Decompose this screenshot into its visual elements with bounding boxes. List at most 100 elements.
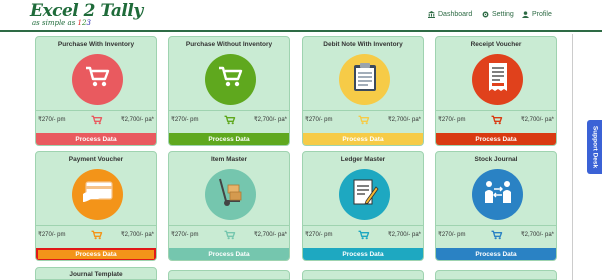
card-title: Stock Journal [474, 156, 518, 163]
yearly-price: ₹2,700/- pa* [387, 232, 421, 238]
card-divider [169, 110, 289, 111]
hand-truck-icon [217, 177, 245, 212]
service-card-stub [302, 270, 424, 280]
process-data-button[interactable]: Process Data [436, 133, 556, 145]
cart-icon [491, 230, 503, 240]
nav-setting-label: Setting [492, 11, 514, 18]
card-divider [303, 225, 423, 226]
yearly-price: ₹2,700/- pa* [387, 117, 421, 123]
cart-icon [91, 230, 103, 240]
people-exchange-icon [483, 179, 513, 210]
add-to-cart-button[interactable] [224, 112, 236, 125]
card-divider [169, 225, 289, 226]
user-icon [522, 11, 529, 18]
yearly-price: ₹2,700/- pa* [253, 117, 287, 123]
add-to-cart-button[interactable] [358, 227, 370, 240]
monthly-price: ₹270/- pm [438, 117, 466, 123]
service-card-ledger-master: Ledger Master ₹270/- pm ₹2,700/- pa* Proces… [302, 151, 424, 261]
yearly-price: ₹2,700/- pa* [120, 232, 154, 238]
card-title: Item Master [210, 156, 248, 163]
card-title: Receipt Voucher [470, 41, 522, 48]
process-data-button[interactable]: Process Data [303, 248, 423, 260]
nav-dashboard-label: Dashboard [438, 11, 473, 18]
bank-icon [428, 11, 435, 18]
add-to-cart-button[interactable] [491, 227, 503, 240]
nav-setting[interactable]: Setting [482, 11, 514, 18]
brand-logo[interactable]: Excel 2 Tally as simple as 123 [30, 1, 143, 29]
cart-icon [218, 65, 244, 94]
receipt-icon [486, 62, 510, 97]
yearly-price: ₹2,700/- pa* [253, 232, 287, 238]
service-card-receipt-voucher: Receipt Voucher ₹270/- pm ₹2,700/- pa* Proc… [435, 36, 557, 146]
tagline-text: as simple as [32, 19, 76, 27]
card-title: Purchase With Inventory [57, 41, 135, 48]
nav-profile-label: Profile [532, 11, 552, 18]
pen-document-icon [351, 177, 379, 212]
top-header: Excel 2 Tally as simple as 123 Dashboard… [0, 0, 602, 32]
monthly-price: ₹270/- pm [305, 117, 333, 123]
card-title: Purchase Without Inventory [185, 41, 273, 48]
card-divider [36, 225, 156, 226]
process-data-button[interactable]: Process Data [169, 133, 289, 145]
tagline-num-3: 3 [86, 19, 91, 27]
add-to-cart-button[interactable] [224, 227, 236, 240]
yearly-price: ₹2,700/- pa* [520, 117, 554, 123]
monthly-price: ₹270/- pm [38, 232, 66, 238]
nav-profile[interactable]: Profile [522, 11, 552, 18]
monthly-price: ₹270/- pm [38, 117, 66, 123]
card-icon-circle [72, 169, 123, 220]
card-icon-circle [205, 54, 256, 105]
service-card-purchase-with-inventory: Purchase With Inventory ₹270/- pm ₹2,700/-… [35, 36, 157, 146]
yearly-price: ₹2,700/- pa* [520, 232, 554, 238]
clipboard-icon [352, 62, 378, 97]
service-card-journal-template: Journal Template [35, 267, 157, 280]
card-icon-circle [72, 54, 123, 105]
support-desk-label: Support Desk [591, 125, 598, 169]
yearly-price: ₹2,700/- pa* [120, 117, 154, 123]
card-title: Payment Voucher [68, 156, 124, 163]
add-to-cart-button[interactable] [491, 112, 503, 125]
service-card-debit-note-with-inventory: Debit Note With Inventory ₹270/- pm ₹2,700… [302, 36, 424, 146]
monthly-price: ₹270/- pm [171, 232, 199, 238]
process-data-button[interactable]: Process Data [36, 248, 156, 260]
card-title: Ledger Master [340, 156, 386, 163]
credit-card-icon [82, 180, 114, 209]
card-icon-circle [339, 54, 390, 105]
card-divider [303, 110, 423, 111]
monthly-price: ₹270/- pm [305, 232, 333, 238]
nav-dashboard[interactable]: Dashboard [428, 11, 472, 18]
card-title: Debit Note With Inventory [323, 41, 403, 48]
cart-icon [224, 230, 236, 240]
service-card-stub [168, 270, 290, 280]
add-to-cart-button[interactable] [91, 112, 103, 125]
process-data-button[interactable]: Process Data [36, 133, 156, 145]
card-title: Journal Template [69, 271, 123, 278]
card-icon-circle [472, 54, 523, 105]
card-divider [436, 225, 556, 226]
brand-name: Excel 2 Tally [30, 1, 143, 21]
service-card-stub [435, 270, 557, 280]
cart-icon [358, 230, 370, 240]
process-data-button[interactable]: Process Data [169, 248, 289, 260]
support-desk-tab[interactable]: Support Desk [587, 120, 602, 174]
card-icon-circle [205, 169, 256, 220]
content-divider [572, 34, 573, 280]
service-card-stock-journal: Stock Journal ₹270/- pm ₹2,700/- pa* Proces… [435, 151, 557, 261]
cart-icon [358, 115, 370, 125]
service-card-item-master: Item Master ₹270/- pm ₹2,700/- pa* Process … [168, 151, 290, 261]
add-to-cart-button[interactable] [91, 227, 103, 240]
cart-icon [91, 115, 103, 125]
brand-tagline: as simple as 123 [32, 19, 91, 27]
card-divider [436, 110, 556, 111]
monthly-price: ₹270/- pm [171, 117, 199, 123]
cart-icon [85, 65, 111, 94]
add-to-cart-button[interactable] [358, 112, 370, 125]
gear-icon [482, 11, 489, 18]
process-data-button[interactable]: Process Data [303, 133, 423, 145]
service-card-purchase-without-inventory: Purchase Without Inventory ₹270/- pm ₹2,70… [168, 36, 290, 146]
cart-icon [491, 115, 503, 125]
cart-icon [224, 115, 236, 125]
card-icon-circle [472, 169, 523, 220]
process-data-button[interactable]: Process Data [436, 248, 556, 260]
card-icon-circle [339, 169, 390, 220]
